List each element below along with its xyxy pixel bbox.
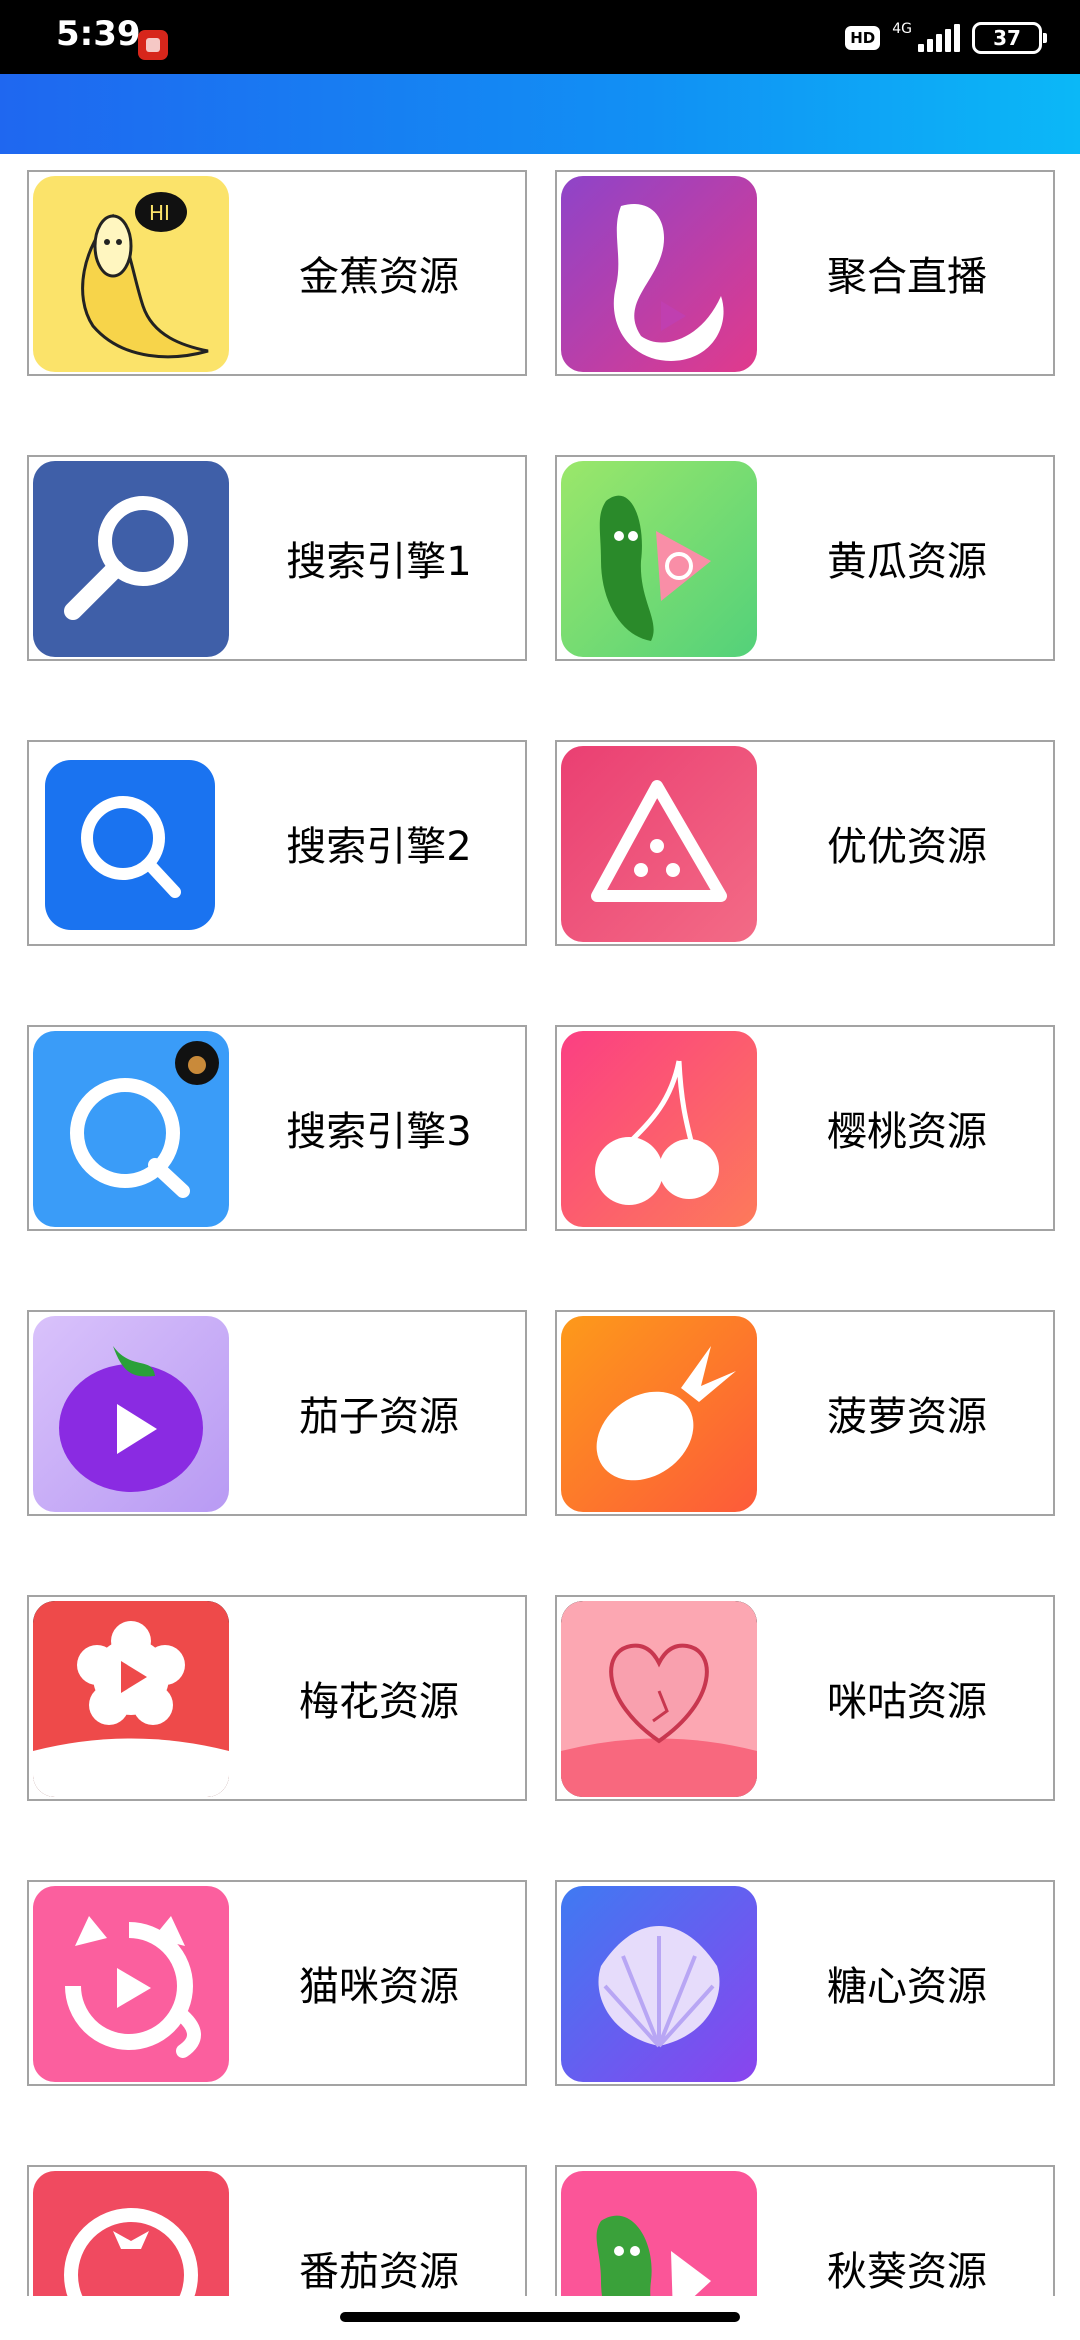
shell-icon <box>561 1886 757 2082</box>
cherry-icon <box>561 1031 757 1227</box>
eggplant-icon <box>33 1316 229 1512</box>
app-label: 搜索引擎2 <box>286 824 472 870</box>
app-card-jinjiao[interactable]: HI 金蕉资源 <box>27 170 527 376</box>
app-label: 咪咕资源 <box>827 1679 987 1725</box>
magnifier-icon <box>33 461 229 657</box>
app-label: 梅花资源 <box>299 1679 459 1725</box>
watermelon-icon <box>561 746 757 942</box>
app-card-search3[interactable]: 搜索引擎3 <box>27 1025 527 1231</box>
app-grid: HI 金蕉资源 聚合直播 搜索引擎1 黄瓜资源 搜索引擎2 优优资源 搜索引擎3… <box>0 0 1080 2340</box>
app-card-migu[interactable]: 咪咕资源 <box>555 1595 1055 1801</box>
app-card-qiezi[interactable]: 茄子资源 <box>27 1310 527 1516</box>
app-card-tangxin[interactable]: 糖心资源 <box>555 1880 1055 2086</box>
home-indicator[interactable] <box>340 2312 740 2322</box>
app-card-search1[interactable]: 搜索引擎1 <box>27 455 527 661</box>
search-q-icon <box>33 1031 229 1227</box>
heart-peach-icon <box>561 1601 757 1797</box>
pineapple-icon <box>561 1316 757 1512</box>
app-label: 搜索引擎1 <box>286 539 472 585</box>
app-label: 猫咪资源 <box>299 1964 459 2010</box>
cat-play-icon <box>33 1886 229 2082</box>
app-card-huanggua[interactable]: 黄瓜资源 <box>555 455 1055 661</box>
app-label: 菠萝资源 <box>827 1394 987 1440</box>
app-label: 聚合直播 <box>827 254 987 300</box>
banana-icon: HI <box>33 176 229 372</box>
mermaid-icon <box>561 176 757 372</box>
app-label: 金蕉资源 <box>299 254 459 300</box>
app-label: 优优资源 <box>827 824 987 870</box>
app-card-boluo[interactable]: 菠萝资源 <box>555 1310 1055 1516</box>
app-label: 樱桃资源 <box>827 1109 987 1155</box>
app-label: 黄瓜资源 <box>827 539 987 585</box>
app-card-meihua[interactable]: 梅花资源 <box>27 1595 527 1801</box>
app-card-juhe[interactable]: 聚合直播 <box>555 170 1055 376</box>
svg-text:HI: HI <box>149 201 170 225</box>
app-card-maomi[interactable]: 猫咪资源 <box>27 1880 527 2086</box>
app-label: 糖心资源 <box>827 1964 987 2010</box>
plum-blossom-icon <box>33 1601 229 1797</box>
app-card-search2[interactable]: 搜索引擎2 <box>27 740 527 946</box>
search-blue-icon <box>33 746 229 942</box>
cucumber-icon <box>561 461 757 657</box>
app-label: 搜索引擎3 <box>286 1109 472 1155</box>
app-card-yingtao[interactable]: 樱桃资源 <box>555 1025 1055 1231</box>
app-card-youyou[interactable]: 优优资源 <box>555 740 1055 946</box>
app-label: 茄子资源 <box>299 1394 459 1440</box>
